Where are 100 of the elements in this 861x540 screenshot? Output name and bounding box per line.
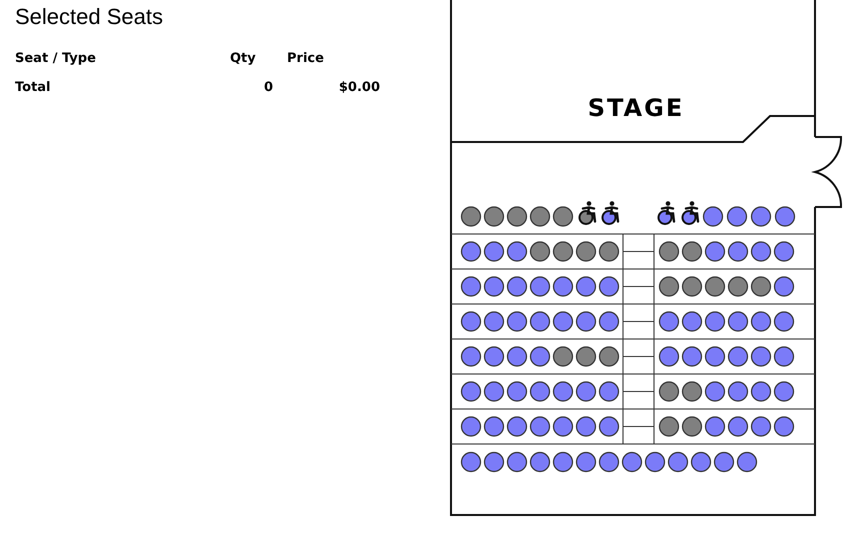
seat[interactable] [728, 276, 748, 297]
seat[interactable] [774, 381, 794, 402]
seat[interactable] [726, 206, 748, 227]
seat[interactable] [682, 311, 702, 332]
seat[interactable] [506, 346, 528, 367]
seat[interactable] [506, 241, 528, 262]
seat[interactable] [622, 452, 642, 472]
seat[interactable] [704, 416, 726, 437]
seat[interactable] [750, 381, 772, 402]
seat[interactable] [598, 416, 620, 437]
seat[interactable] [552, 452, 574, 472]
seat[interactable] [484, 241, 504, 262]
seat[interactable] [682, 241, 702, 262]
seat[interactable] [750, 416, 772, 437]
seat[interactable] [576, 416, 596, 437]
seat[interactable] [682, 416, 702, 437]
wheelchair-seat[interactable] [578, 201, 596, 225]
seat[interactable] [506, 416, 528, 437]
seat[interactable] [552, 381, 574, 402]
seat[interactable] [774, 276, 794, 297]
seat[interactable] [714, 452, 734, 472]
seat[interactable] [728, 241, 748, 262]
seat[interactable] [460, 311, 482, 332]
seat[interactable] [750, 241, 772, 262]
seat[interactable] [506, 206, 528, 227]
seat[interactable] [576, 381, 596, 402]
seat[interactable] [644, 452, 666, 472]
seat[interactable] [484, 346, 504, 367]
seat[interactable] [658, 311, 680, 332]
seat[interactable] [530, 311, 550, 332]
seat[interactable] [530, 276, 550, 297]
seat[interactable] [460, 452, 482, 472]
seat[interactable] [658, 416, 680, 437]
seat[interactable] [484, 381, 504, 402]
seat[interactable] [460, 206, 482, 227]
seat[interactable] [530, 346, 550, 367]
seat[interactable] [658, 276, 680, 297]
seat[interactable] [530, 416, 550, 437]
seat[interactable] [728, 311, 748, 332]
seat[interactable] [728, 381, 748, 402]
seat[interactable] [704, 241, 726, 262]
seat[interactable] [704, 276, 726, 297]
seat[interactable] [460, 276, 482, 297]
seat[interactable] [774, 346, 794, 367]
seat[interactable] [576, 452, 596, 472]
seat[interactable] [552, 311, 574, 332]
seat[interactable] [774, 311, 794, 332]
seat[interactable] [728, 416, 748, 437]
seat[interactable] [704, 381, 726, 402]
seat[interactable] [728, 346, 748, 367]
seat[interactable] [668, 452, 688, 472]
seat[interactable] [552, 416, 574, 437]
seat[interactable] [484, 276, 504, 297]
seat[interactable] [774, 206, 796, 227]
seat[interactable] [598, 241, 620, 262]
seat[interactable] [750, 276, 772, 297]
wheelchair-seat[interactable] [682, 201, 700, 225]
seat[interactable] [460, 241, 482, 262]
seat[interactable] [552, 206, 574, 227]
seat[interactable] [484, 452, 504, 472]
seat[interactable] [658, 346, 680, 367]
seat[interactable] [552, 346, 574, 367]
seat[interactable] [682, 346, 702, 367]
seat[interactable] [484, 206, 504, 227]
seat[interactable] [530, 241, 550, 262]
seat[interactable] [506, 311, 528, 332]
seat[interactable] [460, 416, 482, 437]
seat[interactable] [530, 206, 550, 227]
seat[interactable] [460, 346, 482, 367]
seat[interactable] [530, 381, 550, 402]
seat[interactable] [484, 311, 504, 332]
seat[interactable] [552, 276, 574, 297]
wheelchair-seat[interactable] [602, 201, 620, 225]
seat[interactable] [552, 241, 574, 262]
seat[interactable] [750, 346, 772, 367]
seat[interactable] [658, 241, 680, 262]
seat[interactable] [598, 452, 620, 472]
seat[interactable] [750, 206, 772, 227]
seat[interactable] [598, 311, 620, 332]
seat[interactable] [576, 346, 596, 367]
wheelchair-seat[interactable] [658, 201, 676, 225]
seat[interactable] [750, 311, 772, 332]
seat[interactable] [576, 311, 596, 332]
seat[interactable] [704, 346, 726, 367]
seat[interactable] [460, 381, 482, 402]
seat[interactable] [576, 241, 596, 262]
seat[interactable] [774, 241, 794, 262]
seat[interactable] [576, 276, 596, 297]
seat[interactable] [682, 276, 702, 297]
seat[interactable] [484, 416, 504, 437]
seat[interactable] [598, 346, 620, 367]
seat[interactable] [530, 452, 550, 472]
seat[interactable] [774, 416, 794, 437]
seat[interactable] [506, 452, 528, 472]
seat[interactable] [598, 276, 620, 297]
seat[interactable] [506, 381, 528, 402]
seat[interactable] [658, 381, 680, 402]
seat[interactable] [682, 381, 702, 402]
seat[interactable] [506, 276, 528, 297]
seat[interactable] [702, 206, 724, 227]
